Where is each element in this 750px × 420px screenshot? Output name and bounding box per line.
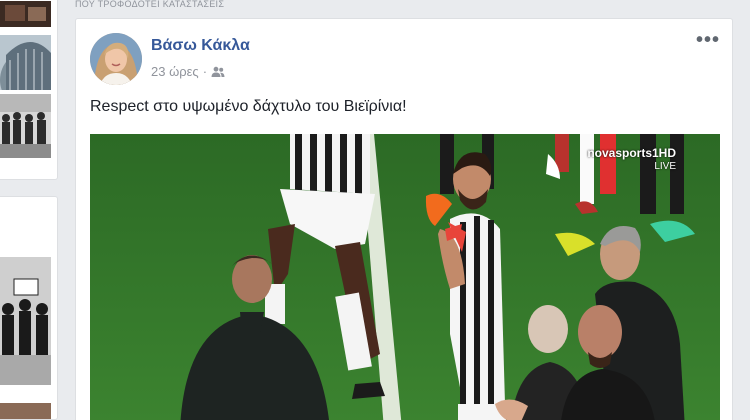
meta-separator: · <box>202 64 208 79</box>
sidebar-photo-card <box>0 0 58 180</box>
post-timestamp[interactable]: 23 ώρες <box>151 64 199 79</box>
avatar[interactable] <box>90 33 142 85</box>
sidebar-thumbnail-4[interactable] <box>0 257 51 385</box>
post-meta: 23 ώρες · <box>151 64 225 79</box>
avatar-image <box>90 33 142 85</box>
sidebar-thumbnail-5[interactable] <box>0 403 51 420</box>
football-match-photo <box>90 134 720 420</box>
previous-post-footer-text: ΠΟΥ ΤΡΟΦΟΔΟΤΕΙ ΚΑΤΑΣΤΑΣΕΙΣ <box>75 0 225 8</box>
broadcast-watermark: novasports1HD LIVE <box>587 146 676 174</box>
friends-icon[interactable] <box>211 66 225 78</box>
sidebar-thumbnail-3[interactable] <box>0 94 51 158</box>
post-text: Respect στο υψωμένο δάχτυλο του Βιεϊρίνι… <box>90 98 407 115</box>
left-sidebar <box>0 0 58 420</box>
post-author-name[interactable]: Βάσω Κάκλα <box>151 37 250 55</box>
sidebar-thumbnail-2[interactable] <box>0 35 51 90</box>
sidebar-thumbnail-1[interactable] <box>0 1 51 27</box>
post-photo[interactable]: novasports1HD LIVE <box>90 134 720 420</box>
watermark-live: LIVE <box>654 161 676 172</box>
post-options-button[interactable]: ••• <box>696 30 720 50</box>
feed-post: Βάσω Κάκλα 23 ώρες · ••• Respect στο υψω… <box>75 18 733 420</box>
sidebar-photo-card-2 <box>0 196 58 420</box>
watermark-channel: novasports1HD <box>587 146 676 160</box>
